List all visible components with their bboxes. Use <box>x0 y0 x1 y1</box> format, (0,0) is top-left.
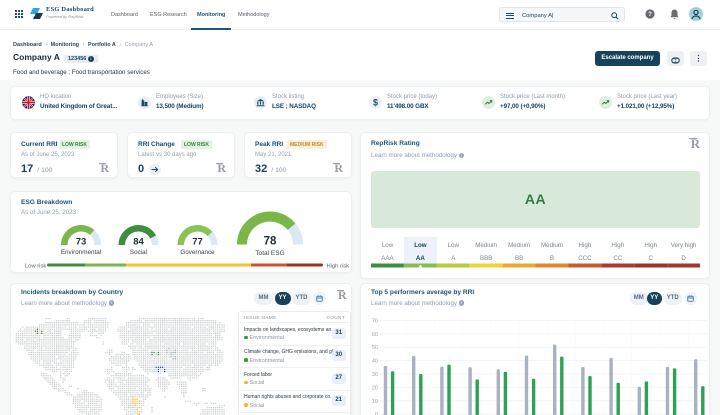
svg-text:?: ? <box>648 11 652 18</box>
